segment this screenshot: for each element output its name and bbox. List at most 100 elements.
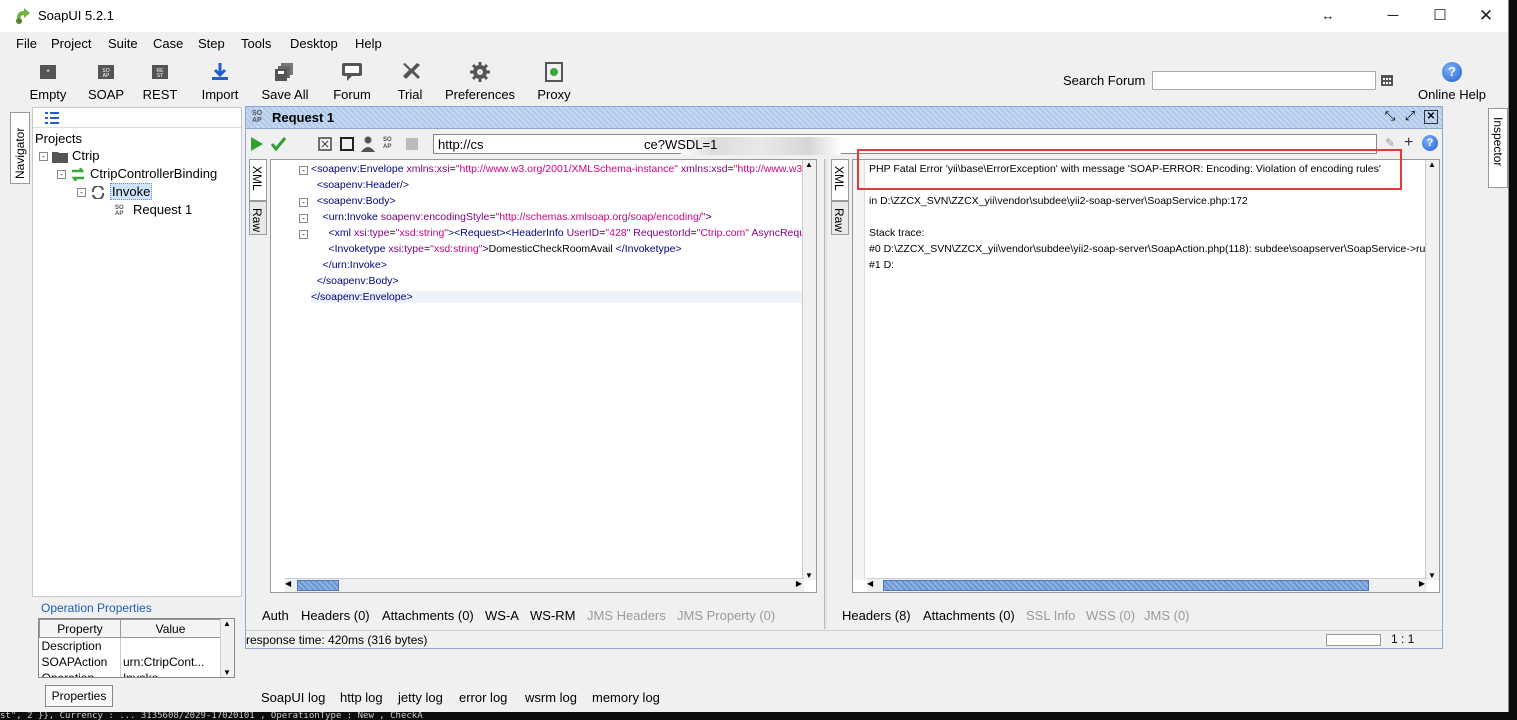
menu-step[interactable]: Step	[198, 36, 225, 51]
help-icon[interactable]: ?	[1422, 135, 1438, 151]
response-vertical-scrollbar[interactable]: ▲ ▼	[1425, 160, 1439, 580]
tab-soapui-log[interactable]: SoapUI log	[261, 690, 325, 705]
menu-file[interactable]: File	[16, 36, 37, 51]
menu-case[interactable]: Case	[153, 36, 183, 51]
tab-wss[interactable]: WSS (0)	[1086, 608, 1135, 623]
fold-toggle-icon[interactable]: -	[299, 214, 308, 223]
tab-response-attachments[interactable]: Attachments (0)	[923, 608, 1015, 623]
request-xml-tab[interactable]: XML	[249, 159, 267, 201]
tab-ws-rm[interactable]: WS-RM	[530, 608, 576, 623]
fold-toggle-icon[interactable]: -	[299, 198, 308, 207]
edit-endpoint-icon[interactable]: ✎	[1385, 136, 1395, 150]
table-row[interactable]: SOAPAction urn:CtripCont...	[39, 653, 222, 670]
tree-projects-root[interactable]: Projects	[35, 131, 82, 146]
tab-error-log[interactable]: error log	[459, 690, 507, 705]
forum-button[interactable]: Forum	[331, 58, 373, 102]
search-forum-input[interactable]	[1152, 71, 1376, 90]
tab-ssl-info[interactable]: SSL Info	[1026, 608, 1075, 623]
minimize-button[interactable]: ─	[1370, 4, 1416, 28]
tab-jms-property[interactable]: JMS Property (0)	[677, 608, 775, 623]
tree-request-1[interactable]: SO AP Request 1	[115, 202, 192, 217]
tab-wsrm-log[interactable]: wsrm log	[525, 690, 577, 705]
menu-tools[interactable]: Tools	[241, 36, 271, 51]
close-editor-icon[interactable]: ✕	[1424, 110, 1438, 124]
soap-project-button[interactable]: SO AP SOAP	[86, 58, 126, 102]
response-xml-tab[interactable]: XML	[831, 159, 849, 201]
stop-icon[interactable]	[340, 137, 354, 151]
import-button[interactable]: Import	[197, 58, 243, 102]
online-help-button[interactable]: ? Online Help	[1416, 58, 1488, 102]
scroll-right-icon[interactable]: ▶	[1419, 579, 1425, 588]
tab-auth[interactable]: Auth	[262, 608, 289, 623]
table-row[interactable]: Operation Invoke	[39, 669, 222, 677]
preferences-button[interactable]: Preferences	[444, 58, 516, 102]
tab-http-log[interactable]: http log	[340, 690, 383, 705]
menu-suite[interactable]: Suite	[108, 36, 138, 51]
rest-project-button[interactable]: RE ST REST	[141, 58, 179, 102]
request-vertical-scrollbar[interactable]: ▲ ▼	[802, 160, 816, 580]
create-test-icon[interactable]	[318, 137, 332, 151]
proxy-button[interactable]: Proxy	[535, 58, 573, 102]
shrink-icon[interactable]: ⤡	[1383, 109, 1397, 124]
resize-arrows-icon[interactable]: ↔	[1305, 4, 1351, 28]
tab-jetty-log[interactable]: jetty log	[398, 690, 443, 705]
save-all-button[interactable]: Save All	[260, 58, 310, 102]
collapse-icon[interactable]: -	[57, 170, 66, 180]
properties-scrollbar[interactable]: ▲ ▼	[220, 619, 234, 677]
collapse-icon[interactable]: -	[39, 152, 48, 162]
add-assertion-icon[interactable]	[271, 137, 287, 151]
request-raw-tab[interactable]: Raw	[249, 201, 267, 235]
scroll-down-icon[interactable]: ▼	[1428, 571, 1436, 580]
scroll-down-icon[interactable]: ▼	[223, 668, 231, 677]
scroll-up-icon[interactable]: ▲	[1428, 160, 1436, 169]
submit-request-icon[interactable]	[251, 137, 263, 151]
fold-toggle-icon[interactable]: -	[299, 166, 308, 175]
navigator-tab[interactable]: Navigator	[10, 112, 30, 184]
menu-desktop[interactable]: Desktop	[290, 36, 338, 51]
tab-jms-headers[interactable]: JMS Headers	[587, 608, 666, 623]
tree-project-ctrip[interactable]: - Ctrip	[39, 148, 99, 164]
tab-ws-a[interactable]: WS-A	[485, 608, 519, 623]
response-editor[interactable]: PHP Fatal Error 'yii\base\ErrorException…	[852, 159, 1440, 593]
scroll-thumb[interactable]	[883, 580, 1369, 591]
collapse-icon[interactable]: -	[77, 188, 86, 198]
request-horizontal-scrollbar[interactable]: ◀ ▶	[285, 578, 804, 592]
help-icon: ?	[1442, 62, 1462, 82]
tab-headers[interactable]: Headers (0)	[301, 608, 370, 623]
user-icon[interactable]	[361, 136, 375, 152]
menu-project[interactable]: Project	[51, 36, 91, 51]
scroll-right-icon[interactable]: ▶	[796, 579, 802, 588]
value-column-header[interactable]: Value	[119, 619, 222, 638]
close-button[interactable]: ✕	[1463, 4, 1508, 28]
fold-toggle-icon[interactable]: -	[299, 230, 308, 239]
response-raw-tab[interactable]: Raw	[831, 201, 849, 235]
scroll-left-icon[interactable]: ◀	[867, 579, 873, 588]
tab-response-headers[interactable]: Headers (8)	[842, 608, 911, 623]
search-forum-icon[interactable]	[1380, 73, 1394, 87]
tab-memory-log[interactable]: memory log	[592, 690, 660, 705]
tree-operation-invoke[interactable]: - Invoke	[77, 183, 153, 200]
scroll-up-icon[interactable]: ▲	[805, 160, 813, 169]
menu-help[interactable]: Help	[355, 36, 382, 51]
request-xml-editor[interactable]: <soapenv:Envelope xmlns:xsi="http://www.…	[270, 159, 817, 593]
scroll-thumb[interactable]	[297, 580, 339, 591]
tab-attachments[interactable]: Attachments (0)	[382, 608, 474, 623]
add-endpoint-icon[interactable]: +	[1404, 134, 1413, 152]
properties-button[interactable]: Properties	[45, 685, 113, 707]
scroll-left-icon[interactable]: ◀	[285, 579, 291, 588]
trial-button[interactable]: Trial	[393, 58, 427, 102]
tree-binding[interactable]: - CtripControllerBinding	[57, 166, 217, 182]
expand-icon[interactable]: ⤢	[1403, 109, 1417, 124]
scroll-up-icon[interactable]: ▲	[223, 619, 231, 628]
table-row[interactable]: Description	[39, 637, 222, 654]
scroll-down-icon[interactable]: ▼	[805, 571, 813, 580]
response-horizontal-scrollbar[interactable]: ◀ ▶	[867, 578, 1427, 592]
maximize-button[interactable]: ☐	[1417, 4, 1463, 28]
inspector-tab[interactable]: Inspector	[1488, 108, 1508, 188]
property-column-header[interactable]: Property	[39, 619, 121, 638]
wsdl-soap-icon[interactable]: SO AP	[383, 137, 392, 151]
split-divider[interactable]	[824, 159, 827, 629]
list-view-icon[interactable]	[45, 112, 59, 124]
tab-jms[interactable]: JMS (0)	[1144, 608, 1190, 623]
empty-project-button[interactable]: * Empty	[27, 58, 69, 102]
